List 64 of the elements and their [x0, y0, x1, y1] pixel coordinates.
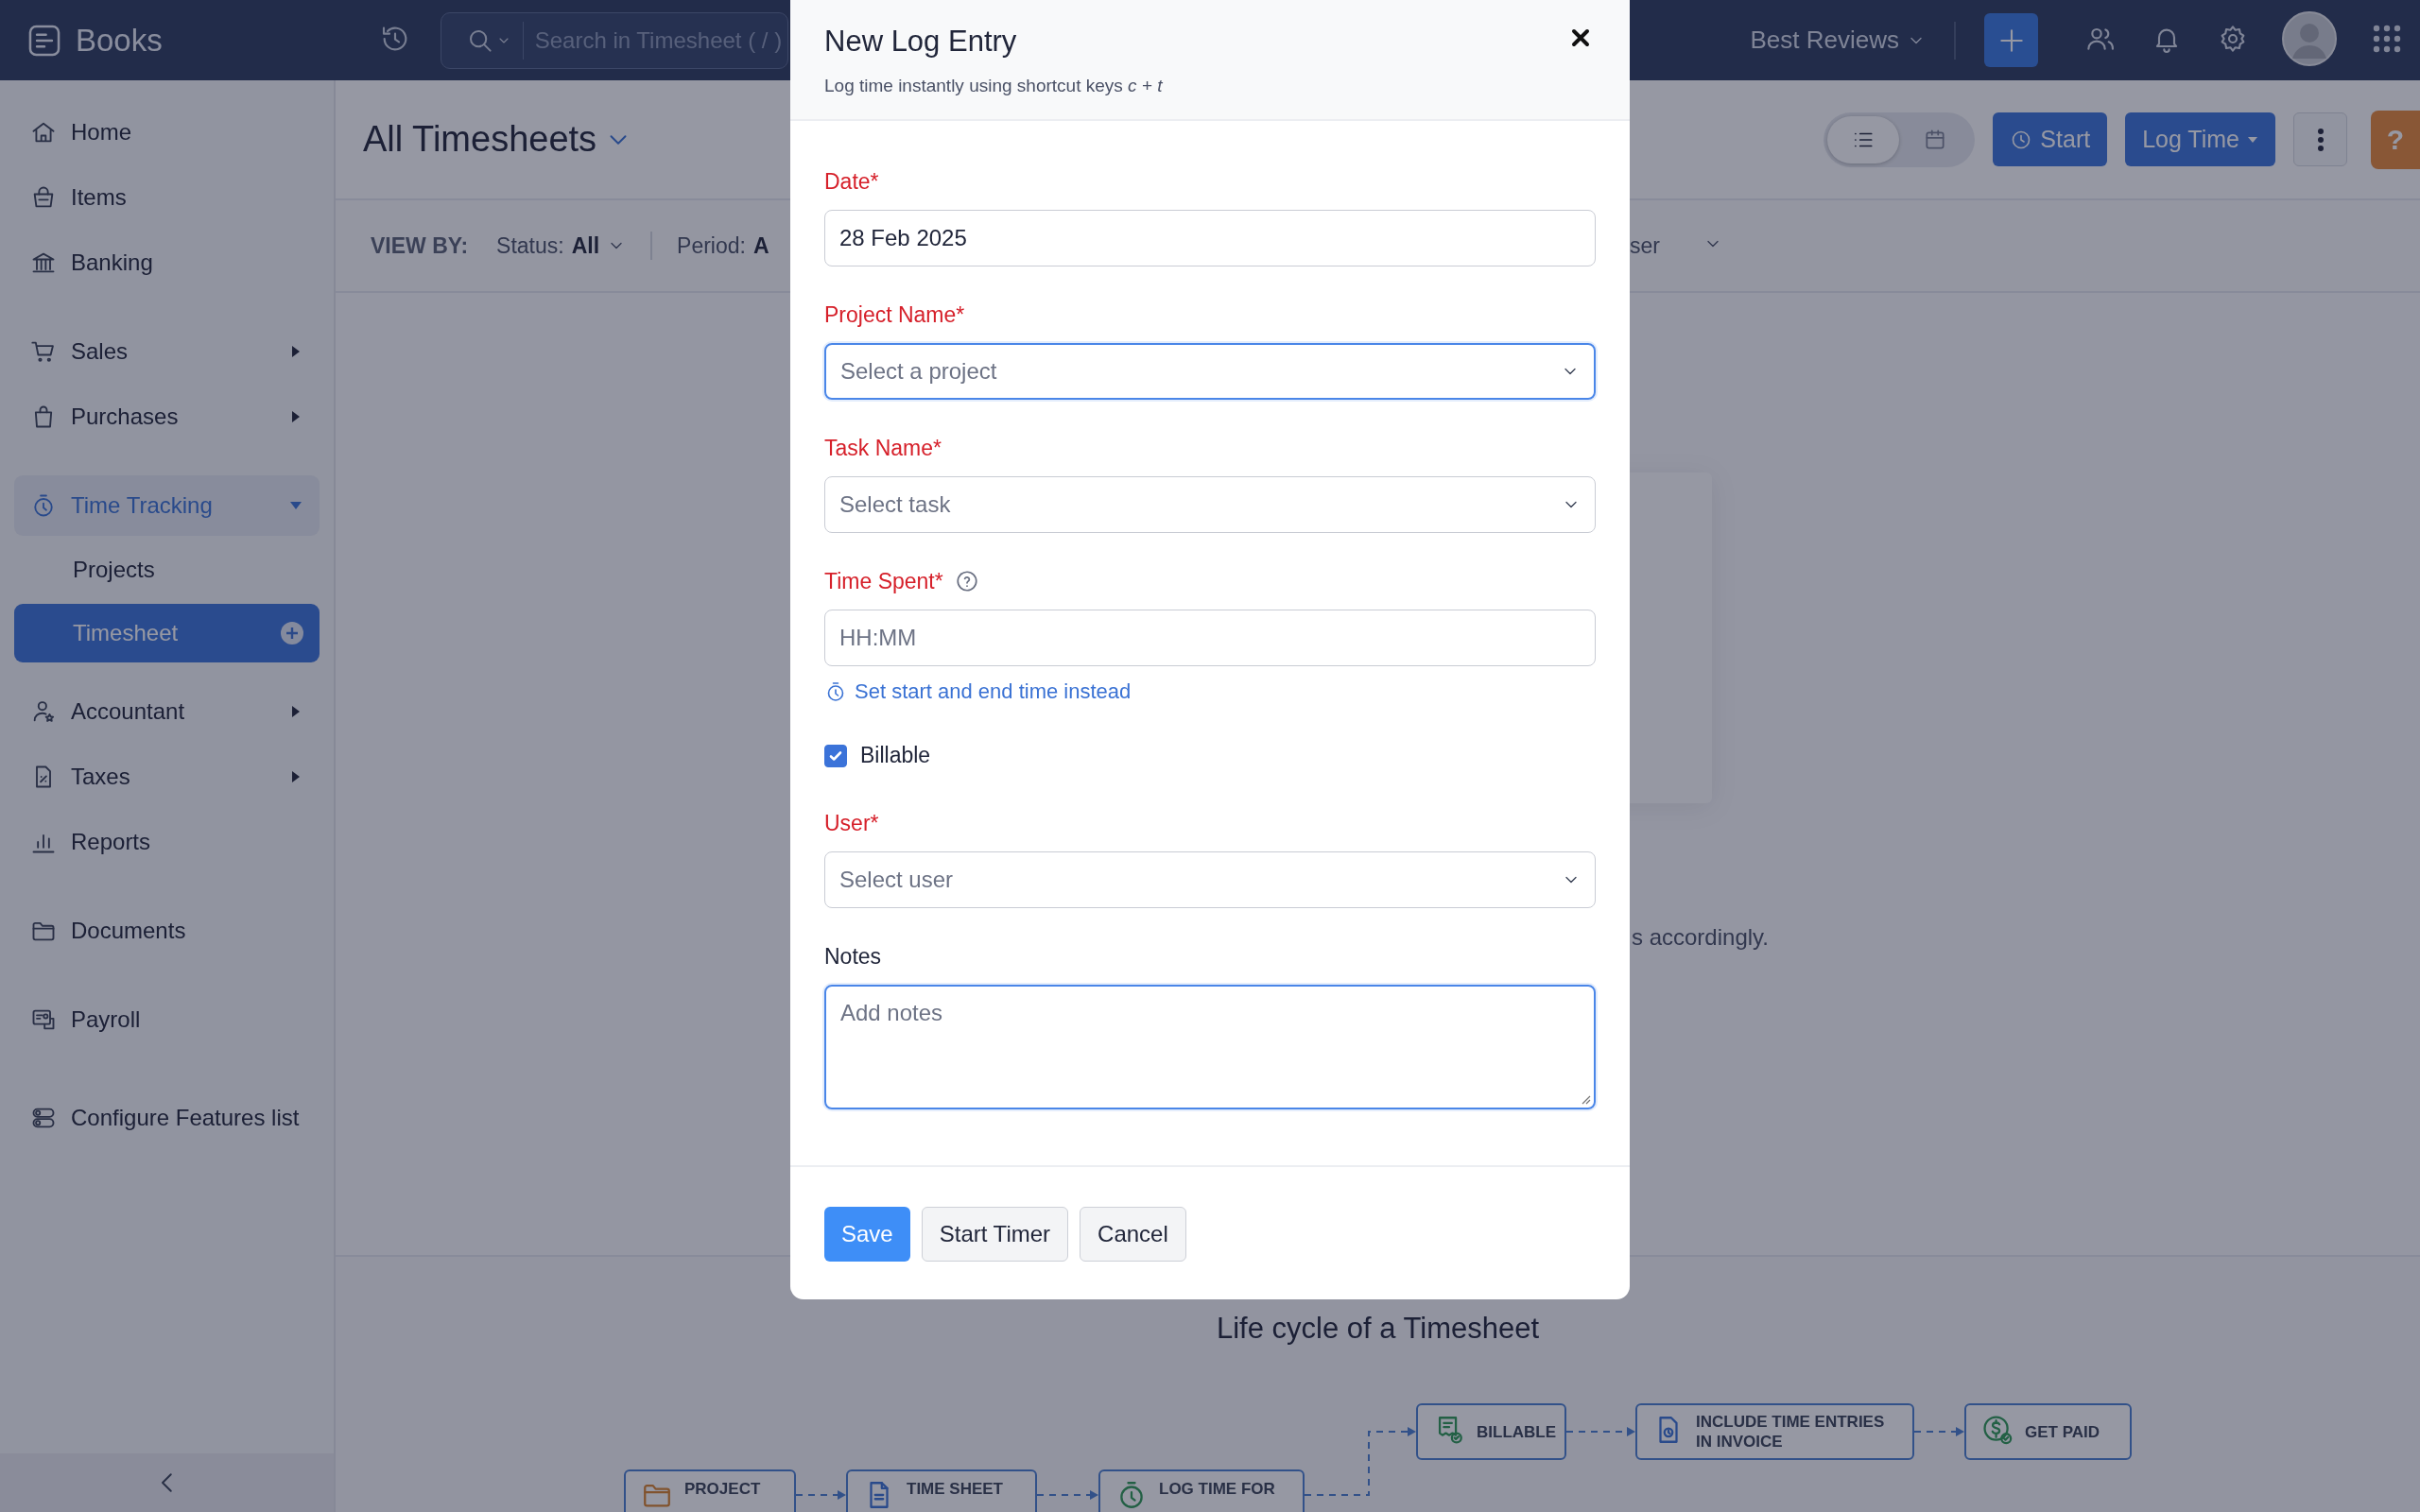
- select-field[interactable]: Select user: [824, 851, 1596, 908]
- date-field[interactable]: 28 Feb 2025: [824, 210, 1596, 266]
- status-filter[interactable]: Status: All: [496, 232, 627, 259]
- sidebar-item[interactable]: Sales: [14, 321, 320, 382]
- organization-switcher[interactable]: Best Reviews: [1750, 26, 1926, 55]
- dashed-arrow: [1913, 1427, 1964, 1436]
- empty-state-text: s accordingly.: [1632, 924, 1769, 951]
- apps-grid-icon[interactable]: [2373, 24, 2401, 53]
- resize-handle-icon[interactable]: [1580, 1093, 1591, 1105]
- select-field[interactable]: Select a project: [824, 343, 1596, 400]
- sidebar-item[interactable]: Documents: [14, 901, 320, 961]
- sidebar-item[interactable]: Purchases: [14, 387, 320, 447]
- start-timer-button[interactable]: Start: [1993, 112, 2108, 166]
- page-title: All Timesheets: [363, 119, 597, 160]
- help-icon[interactable]: [954, 569, 979, 593]
- sidebar-item[interactable]: Configure Features list: [14, 1088, 320, 1148]
- sidebar-item[interactable]: Reports: [14, 812, 320, 872]
- sidebar-subitem[interactable]: Timesheet: [14, 604, 320, 662]
- avatar-icon[interactable]: [2282, 10, 2337, 66]
- log-time-button[interactable]: Log Time: [2125, 112, 2275, 166]
- set-time-range-link[interactable]: Set start and end time instead: [824, 679, 1132, 704]
- save-button[interactable]: Save: [824, 1207, 910, 1262]
- field-label: Project Name*: [824, 301, 965, 328]
- lifecycle-step: TIME SHEET: [846, 1469, 1037, 1512]
- sidebar-item[interactable]: Items: [14, 167, 320, 228]
- quick-create-button[interactable]: [1984, 13, 2038, 67]
- dashed-arrow: [795, 1490, 846, 1500]
- close-icon[interactable]: [1569, 26, 1592, 49]
- sidebar-item[interactable]: Accountant: [14, 681, 320, 742]
- lifecycle-step: INCLUDE TIME ENTRIES IN INVOICE: [1635, 1403, 1914, 1460]
- sidebar-item[interactable]: Banking: [14, 232, 320, 293]
- sidebar-item[interactable]: Taxes: [14, 747, 320, 807]
- time-field[interactable]: HH:MM: [824, 610, 1596, 666]
- plus-circle-icon[interactable]: [280, 621, 304, 645]
- view-by-label: VIEW BY:: [371, 232, 469, 259]
- select-field[interactable]: Select task: [824, 476, 1596, 533]
- kebab-icon: [2316, 127, 2325, 152]
- modal-button[interactable]: Cancel: [1080, 1207, 1186, 1262]
- sidebar-item[interactable]: Home: [14, 102, 320, 163]
- lifecycle-step: PROJECT: [624, 1469, 796, 1512]
- lifecycle-step: BILLABLE: [1416, 1403, 1566, 1460]
- sidebar-item[interactable]: Payroll: [14, 989, 320, 1050]
- coin-check-icon: [1981, 1413, 2014, 1446]
- lifecycle-step: GET PAID: [1964, 1403, 2132, 1460]
- checkbox[interactable]: [824, 744, 847, 767]
- user-filter[interactable]: ser: [1630, 232, 1722, 259]
- modal-subtitle: Log time instantly using shortcut keys c + t: [824, 76, 1164, 96]
- period-filter[interactable]: Period: A: [677, 232, 769, 259]
- modal-title: New Log Entry: [824, 25, 1017, 59]
- field-label: Time Spent*: [824, 568, 943, 594]
- notes-field[interactable]: Add notes: [824, 985, 1596, 1109]
- app-name: Books: [76, 22, 163, 59]
- sidebar-subitem[interactable]: Projects: [14, 541, 320, 599]
- more-options-button[interactable]: [2293, 112, 2347, 166]
- dashed-arrow: [1036, 1490, 1098, 1500]
- modal-button[interactable]: Start Timer: [921, 1207, 1069, 1262]
- lifecycle-title: Life cycle of a Timesheet: [1215, 1312, 1541, 1346]
- field-label: Task Name*: [824, 435, 942, 461]
- lifecycle-step: LOG TIME FOR: [1098, 1469, 1305, 1512]
- view-toggle-button[interactable]: [1827, 115, 1900, 163]
- field-label: Date*: [824, 168, 879, 195]
- field-label: Notes: [824, 943, 882, 970]
- field-label: User*: [824, 810, 879, 836]
- checkbox-label: Billable: [860, 743, 931, 768]
